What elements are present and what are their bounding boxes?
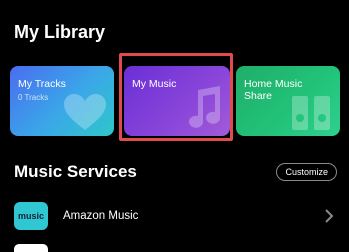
service-logo-icon [14, 244, 48, 252]
chevron-right-icon [325, 209, 334, 223]
service-name: Amazon Music [63, 210, 139, 222]
service-row-amazon-music[interactable]: music Amazon Music [0, 198, 349, 234]
card-my-tracks[interactable]: My Tracks 0 Tracks [10, 66, 114, 136]
customize-button[interactable]: Customize [276, 163, 337, 181]
highlight-box [119, 53, 233, 141]
card-home-music-share[interactable]: Home Music Share [236, 66, 340, 136]
services-title: Music Services [14, 162, 137, 181]
library-title: My Library [14, 22, 106, 42]
heart-icon [64, 94, 106, 130]
card-subtitle: 0 Tracks [18, 93, 49, 102]
amazon-music-logo-icon: music [14, 202, 48, 230]
music-app-screen: My Library My Tracks 0 Tracks My Music H… [0, 0, 349, 252]
logo-text: music [17, 211, 44, 221]
card-title: My Tracks [18, 78, 66, 90]
speaker-icon [292, 96, 330, 130]
